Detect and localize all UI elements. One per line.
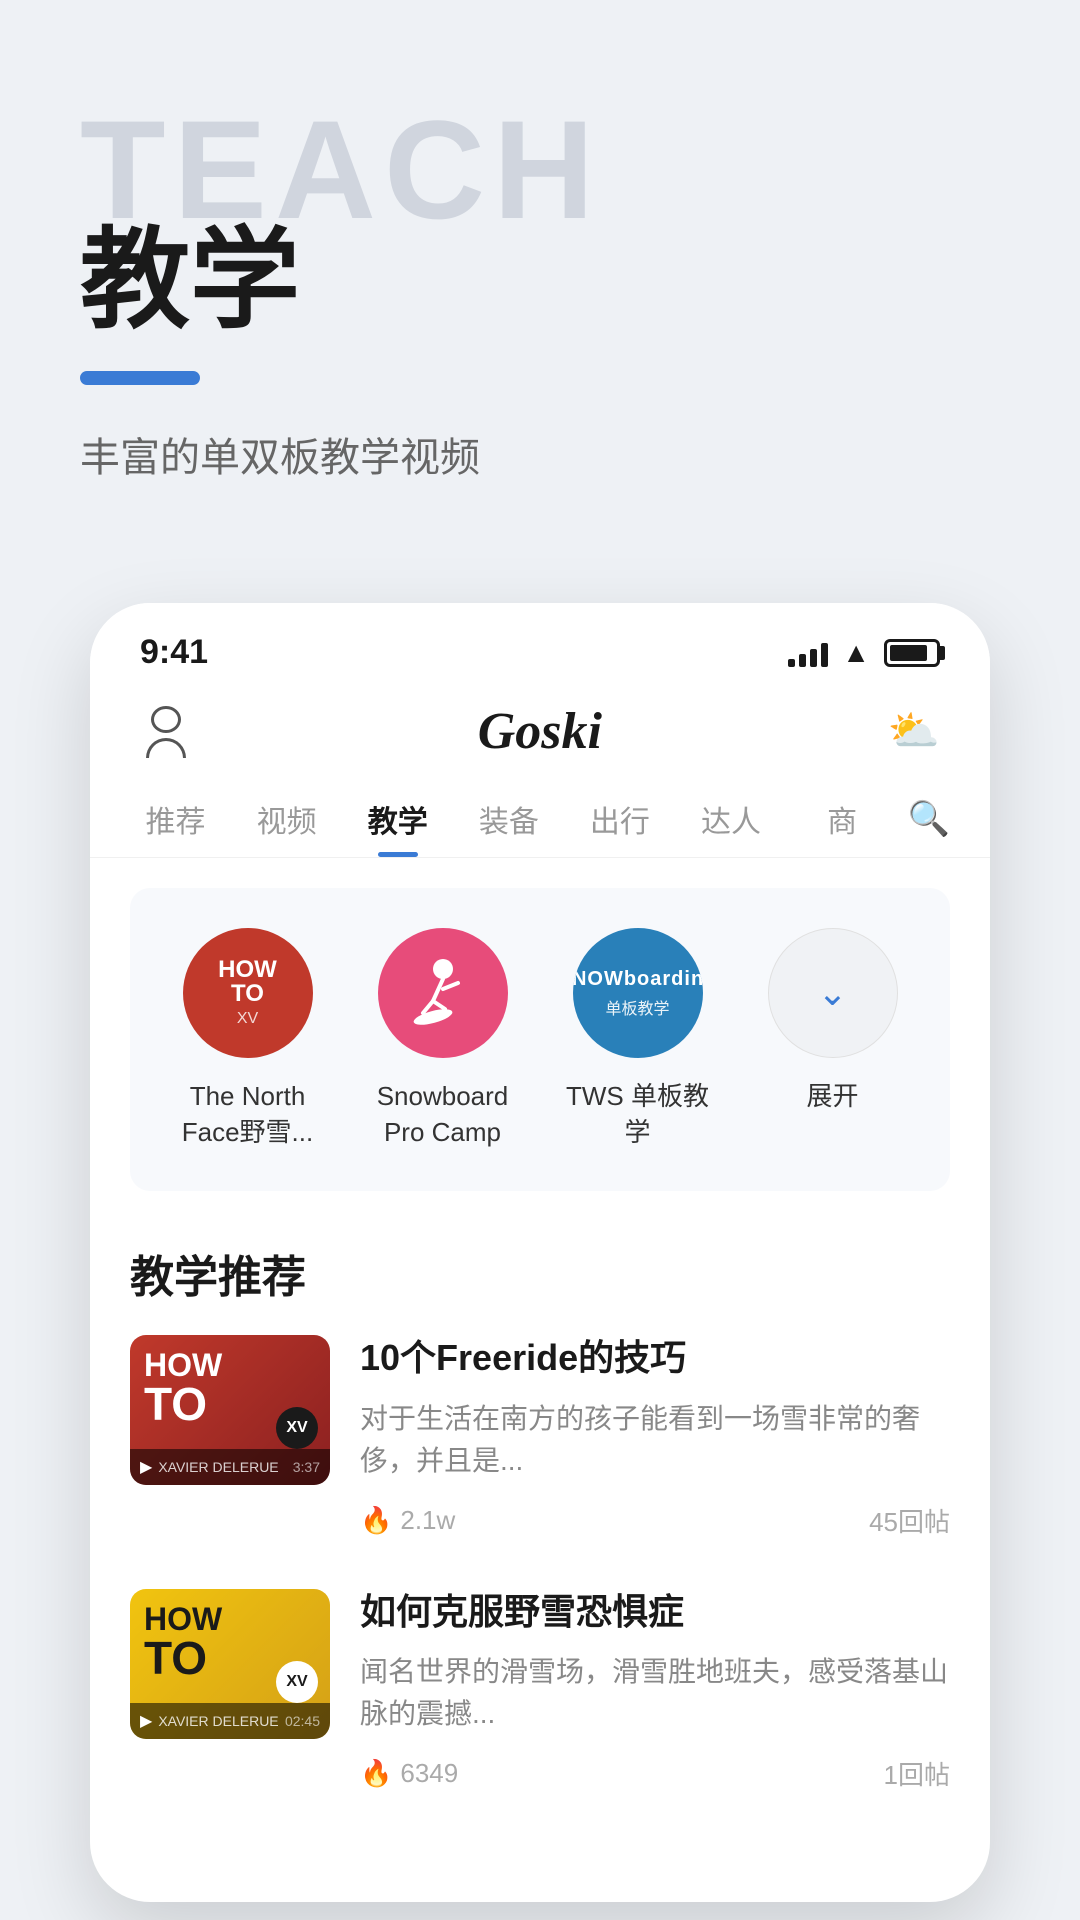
article-meta-1: 🔥 2.1w 45回帖 xyxy=(360,1502,950,1539)
xv-badge: XV xyxy=(276,1407,318,1449)
battery-icon xyxy=(884,639,940,667)
signal-icon xyxy=(788,639,828,667)
article-views-2: 🔥 6349 xyxy=(360,1758,458,1789)
status-bar: 9:41 ▲ xyxy=(90,603,990,682)
fire-icon-2: 🔥 xyxy=(360,1758,392,1789)
snowboard-circle xyxy=(378,928,508,1058)
snowboard-icon xyxy=(403,951,483,1031)
article-card-1[interactable]: HOW TO XV ▶ XAVIER DELERUE 3:37 10个Freer… xyxy=(130,1335,950,1539)
tab-expert[interactable]: 达人 xyxy=(675,781,786,857)
subtitle-text: 丰富的单双板教学视频 xyxy=(80,425,1000,483)
category-item-northface[interactable]: HOW TO XV The North Face野雪... xyxy=(168,928,328,1151)
fire-icon: 🔥 xyxy=(360,1505,392,1536)
expand-label: 展开 xyxy=(806,1078,858,1114)
article-desc-2: 闻名世界的滑雪场，滑雪胜地班夫，感受落基山脉的震撼... xyxy=(360,1651,950,1735)
weather-icon[interactable]: ⛅ xyxy=(888,707,940,756)
app-header: Goski ⛅ xyxy=(90,682,990,771)
northface-circle: HOW TO XV xyxy=(183,928,313,1058)
northface-label: The North Face野雪... xyxy=(168,1078,328,1151)
search-icon[interactable]: 🔍 xyxy=(898,783,960,855)
phone-mockup: 9:41 ▲ Goski ⛅ 推荐 视频 教学 装备 出行 达人 xyxy=(90,603,990,1902)
article-comments-2: 1回帖 xyxy=(884,1755,950,1792)
tws-label: TWS 单板教学 xyxy=(558,1078,718,1151)
category-section: HOW TO XV The North Face野雪... xyxy=(130,888,950,1191)
app-logo: Goski xyxy=(478,702,602,761)
tab-teach[interactable]: 教学 xyxy=(342,781,453,857)
tab-video[interactable]: 视频 xyxy=(231,781,342,857)
section-title: 教学推荐 xyxy=(130,1241,950,1305)
article-thumb-1: HOW TO XV ▶ XAVIER DELERUE 3:37 xyxy=(130,1335,330,1485)
article-views-1: 🔥 2.1w xyxy=(360,1505,455,1536)
background-section: TEACH 教学 丰富的单双板教学视频 xyxy=(0,0,1080,543)
tws-circle: SNOWboarding 单板教学 xyxy=(573,928,703,1058)
expand-circle: ⌄ xyxy=(768,928,898,1058)
article-title-1: 10个Freeride的技巧 xyxy=(360,1335,950,1382)
article-info-2: 如何克服野雪恐惧症 闻名世界的滑雪场，滑雪胜地班夫，感受落基山脉的震撼... 🔥… xyxy=(360,1589,950,1793)
tab-travel[interactable]: 出行 xyxy=(564,781,675,857)
article-desc-1: 对于生活在南方的孩子能看到一场雪非常的奢侈，并且是... xyxy=(360,1398,950,1482)
category-row: HOW TO XV The North Face野雪... xyxy=(150,928,930,1151)
thumb-bottom-bar-2: ▶ XAVIER DELERUE 02:45 xyxy=(130,1703,330,1739)
tab-shop[interactable]: 商 xyxy=(787,781,898,857)
article-card-2[interactable]: HOW TO XV ▶ XAVIER DELERUE 02:45 如何克服野雪恐… xyxy=(130,1589,950,1793)
article-info-1: 10个Freeride的技巧 对于生活在南方的孩子能看到一场雪非常的奢侈，并且是… xyxy=(360,1335,950,1539)
thumb-bottom-bar: ▶ XAVIER DELERUE 3:37 xyxy=(130,1449,330,1485)
article-title-2: 如何克服野雪恐惧症 xyxy=(360,1589,950,1636)
xv-badge-2: XV xyxy=(276,1661,318,1703)
category-item-snowboard[interactable]: Snowboard Pro Camp xyxy=(363,928,523,1151)
article-meta-2: 🔥 6349 1回帖 xyxy=(360,1755,950,1792)
blue-accent-bar xyxy=(80,371,200,385)
status-time: 9:41 xyxy=(140,633,208,672)
status-icons: ▲ xyxy=(788,637,940,669)
article-comments-1: 45回帖 xyxy=(869,1502,950,1539)
category-item-expand[interactable]: ⌄ 展开 xyxy=(753,928,913,1114)
article-thumb-2: HOW TO XV ▶ XAVIER DELERUE 02:45 xyxy=(130,1589,330,1739)
expand-chevron-icon: ⌄ xyxy=(817,972,847,1014)
tab-gear[interactable]: 装备 xyxy=(453,781,564,857)
category-item-tws[interactable]: SNOWboarding 单板教学 TWS 单板教学 xyxy=(558,928,718,1151)
tab-recommend[interactable]: 推荐 xyxy=(120,781,231,857)
user-profile-icon[interactable] xyxy=(140,706,192,758)
recommend-section: 教学推荐 HOW TO XV ▶ XAVIER DELERUE 3:37 10个… xyxy=(90,1221,990,1863)
nav-tabs: 推荐 视频 教学 装备 出行 达人 商 🔍 xyxy=(90,771,990,858)
snowboard-label: Snowboard Pro Camp xyxy=(363,1078,523,1151)
wifi-icon: ▲ xyxy=(842,637,870,669)
